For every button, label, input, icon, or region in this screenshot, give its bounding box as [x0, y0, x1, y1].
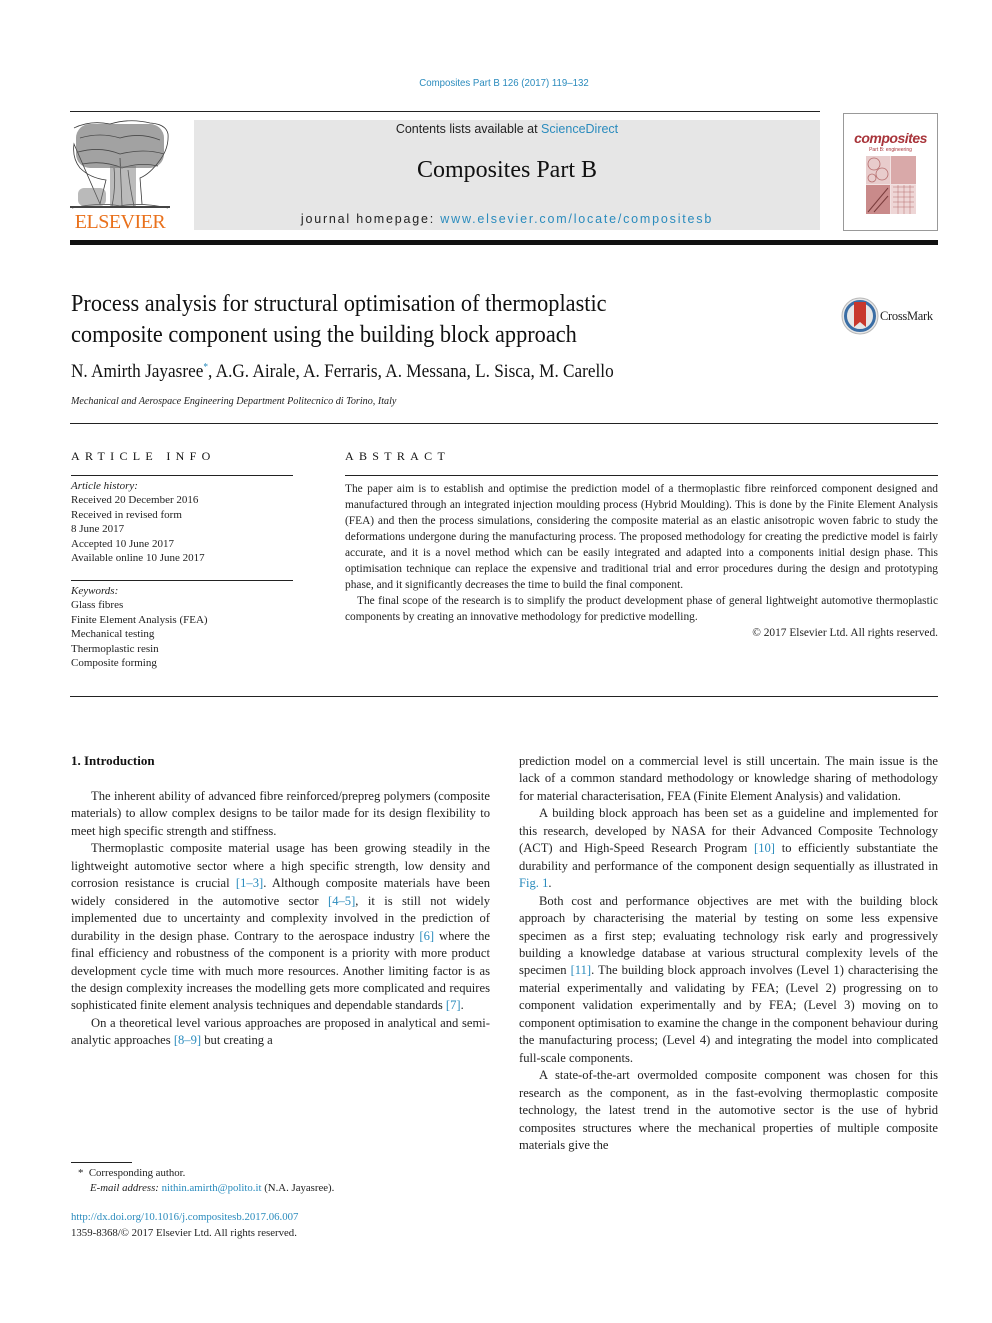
body-paragraph: prediction model on a commercial level i…	[519, 754, 938, 803]
text-run: .	[460, 998, 464, 1013]
reference-link[interactable]: [6]	[419, 929, 434, 943]
footnote-marker: *	[78, 1167, 84, 1179]
article-history: Article history: Received 20 December 20…	[71, 479, 205, 565]
history-item: Accepted 10 June 2017	[71, 537, 174, 550]
text-run: but creating a	[201, 1033, 273, 1048]
keywords-list: Keywords: Glass fibres Finite Element An…	[71, 584, 208, 670]
figure-link[interactable]: Fig. 1	[519, 876, 548, 890]
elsevier-wordmark: ELSEVIER	[74, 211, 166, 233]
article-title-line-1: Process analysis for structural optimisa…	[71, 291, 607, 317]
footnote-corresponding: Corresponding author.	[88, 1167, 186, 1179]
cover-subtitle: Part B: engineering	[869, 147, 912, 153]
author-email-link[interactable]: nithin.amirth@polito.it	[162, 1182, 262, 1194]
keywords-rule	[71, 580, 293, 581]
text-run: On a theoretical level various approache…	[71, 1015, 490, 1048]
journal-masthead: Contents lists available at ScienceDirec…	[194, 120, 820, 230]
history-item: 8 June 2017	[71, 523, 125, 536]
author-list: N. Amirth Jayasree*, A.G. Airale, A. Fer…	[71, 362, 614, 383]
abstract-body: The paper aim is to establish and optimi…	[345, 481, 938, 641]
journal-homepage-link[interactable]: www.elsevier.com/locate/compositesb	[440, 212, 713, 226]
keyword-item: Composite forming	[71, 657, 157, 670]
journal-name: Composites Part B	[416, 157, 597, 183]
abstract-paragraph: The final scope of the research is to si…	[345, 595, 938, 623]
author-others: , A.G. Airale, A. Ferraris, A. Messana, …	[208, 362, 614, 383]
info-bottom-rule	[70, 696, 938, 697]
journal-citation-link[interactable]: Composites Part B 126 (2017) 119–132	[40, 77, 967, 89]
article-history-label: Article history:	[71, 480, 138, 492]
abstract-heading: ABSTRACT	[345, 449, 451, 463]
reference-link[interactable]: [1–3]	[236, 876, 263, 890]
issn-copyright: 1359-8368/© 2017 Elsevier Ltd. All right…	[71, 1226, 297, 1239]
body-paragraph: The inherent ability of advanced fibre r…	[71, 789, 490, 838]
article-title-line-2: composite component using the building b…	[71, 322, 577, 348]
body-paragraph: On a theoretical level various approache…	[71, 1015, 490, 1050]
keyword-item: Mechanical testing	[71, 628, 155, 641]
keyword-item: Glass fibres	[71, 599, 124, 612]
article-info-rule	[71, 475, 293, 476]
keyword-item: Thermoplastic resin	[71, 642, 159, 655]
reference-link[interactable]: [11]	[571, 963, 592, 977]
body-paragraph: A building block approach has been set a…	[519, 805, 938, 892]
info-top-rule	[70, 423, 938, 424]
keyword-item: Finite Element Analysis (FEA)	[71, 613, 208, 626]
contents-prefix: Contents lists available at	[395, 122, 542, 136]
reference-link[interactable]: [10]	[754, 841, 775, 855]
body-paragraph: Thermoplastic composite material usage h…	[71, 840, 490, 1015]
journal-cover-thumbnail[interactable]: composites Part B: engineering	[843, 113, 938, 231]
reference-link[interactable]: [8–9]	[174, 1033, 201, 1047]
author-corresponding[interactable]: N. Amirth Jayasree	[71, 362, 203, 382]
history-item: Available online 10 June 2017	[71, 552, 205, 565]
abstract-paragraph: The paper aim is to establish and optimi…	[345, 483, 938, 591]
abstract-copyright: © 2017 Elsevier Ltd. All rights reserved…	[752, 627, 938, 639]
footnote-rule	[71, 1162, 132, 1163]
body-paragraph: A state-of-the-art overmolded composite …	[519, 1068, 938, 1152]
section-title-introduction: 1. Introduction	[71, 753, 155, 768]
doi-link[interactable]: http://dx.doi.org/10.1016/j.compositesb.…	[71, 1211, 298, 1223]
author-affiliation: Mechanical and Aerospace Engineering Dep…	[71, 395, 397, 407]
keywords-label: Keywords:	[71, 585, 119, 597]
reference-link[interactable]: [7]	[446, 998, 461, 1012]
homepage-line: journal homepage: www.elsevier.com/locat…	[194, 212, 820, 226]
text-run: .	[548, 876, 552, 891]
body-column-left: The inherent ability of advanced fibre r…	[71, 788, 490, 1050]
homepage-prefix: journal homepage:	[300, 212, 441, 226]
body-paragraph: Both cost and performance objectives are…	[519, 893, 938, 1068]
reference-link[interactable]: [4–5]	[328, 894, 355, 908]
sciencedirect-link[interactable]: ScienceDirect	[541, 122, 618, 136]
article-info-heading: ARTICLE INFO	[71, 449, 216, 463]
article-title: Process analysis for structural optimisa…	[71, 289, 722, 351]
corresponding-author-footnote: * Corresponding author. E-mail address: …	[78, 1166, 334, 1196]
crossmark-label[interactable]: CrossMark	[880, 309, 933, 324]
contents-line: Contents lists available at ScienceDirec…	[194, 122, 820, 136]
email-label: E-mail address:	[90, 1182, 159, 1194]
header-thick-rule	[70, 240, 938, 245]
article-footer: http://dx.doi.org/10.1016/j.compositesb.…	[71, 1210, 298, 1241]
abstract-rule	[345, 475, 938, 476]
history-item: Received in revised form	[71, 508, 182, 521]
body-column-right: prediction model on a commercial level i…	[519, 753, 938, 1154]
email-owner: (N.A. Jayasree).	[261, 1182, 335, 1194]
cover-artwork-icon	[866, 156, 916, 214]
cover-title: composites	[854, 130, 927, 146]
history-item: Received 20 December 2016	[71, 494, 199, 507]
header-rule	[70, 111, 820, 112]
text-run: . The building block approach involves (…	[519, 963, 938, 1065]
